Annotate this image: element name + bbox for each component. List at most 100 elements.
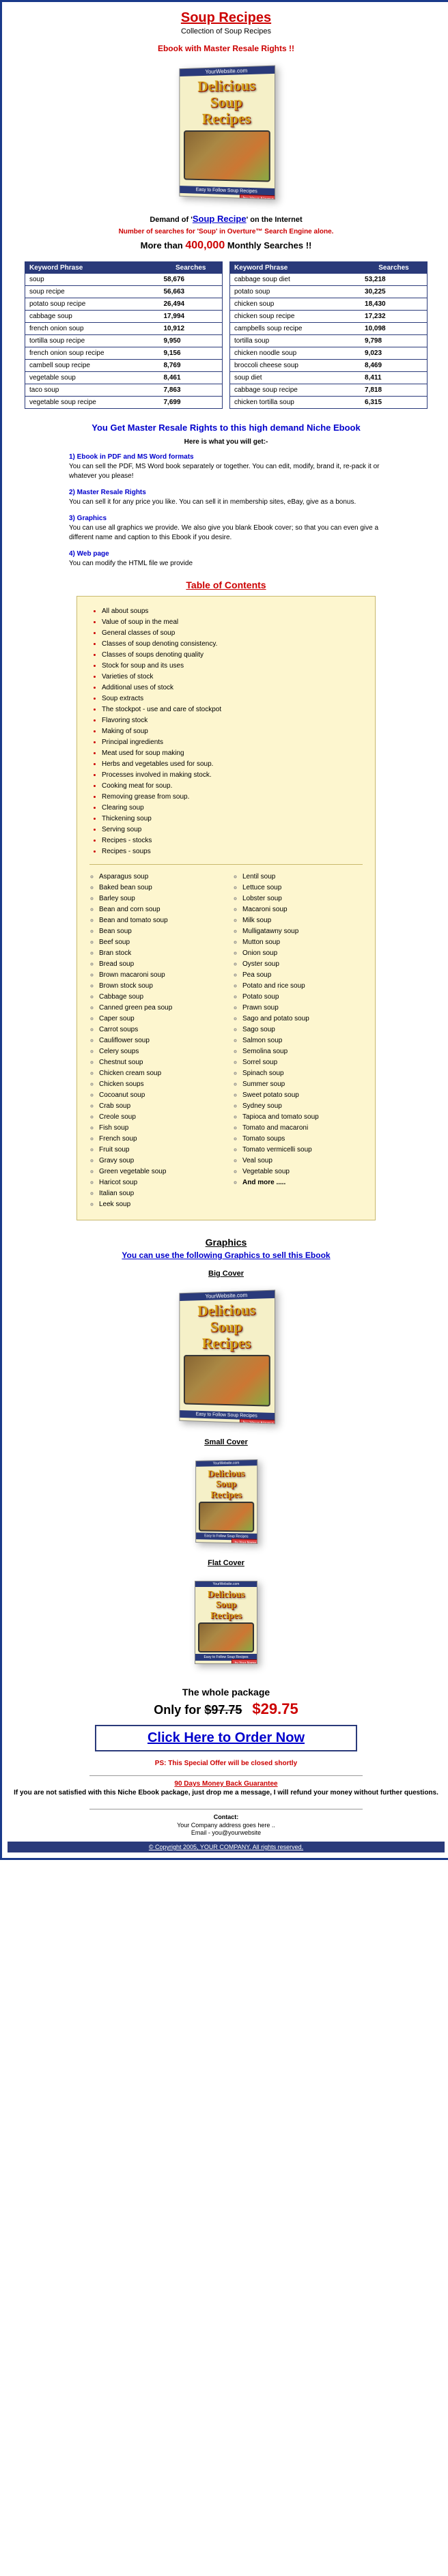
table-row: potato soup30,225 [230,286,428,298]
list-item: Thickening soup [102,814,363,825]
table-row: soup58,676 [25,274,223,286]
table-row: potato soup recipe26,494 [25,298,223,311]
list-item: Canned green pea soup [99,1003,219,1014]
list-item: Sago and potato soup [242,1014,363,1025]
list-item: Vegetable soup [242,1167,363,1177]
table-row: vegetable soup recipe7,699 [25,397,223,409]
table-row: soup diet8,411 [230,372,428,384]
old-price: $97.75 [204,1703,242,1717]
cover-word-2: Soup [210,94,242,111]
list-item: Flavoring stock [102,715,363,726]
list-item: Clearing soup [102,803,363,814]
toc-list: All about soupsValue of soup in the meal… [89,606,363,857]
order-button[interactable]: Click Here to Order Now [95,1725,357,1751]
list-item: Cooking meat for soup. [102,781,363,792]
list-item: Lobster soup [242,893,363,904]
list-item: Soup extracts [102,693,363,704]
table-row: cabbage soup17,994 [25,311,223,323]
graphics-subheading: You can use the following Graphics to se… [8,1250,445,1260]
list-item: Oyster soup [242,959,363,970]
big-cover-label: Big Cover [8,1270,445,1278]
list-item: Carrot soups [99,1025,219,1035]
list-item: Fish soup [99,1123,219,1134]
price-line: Only for $97.75 $29.75 [8,1700,445,1718]
ps-offer: PS: This Special Offer will be closed sh… [8,1760,445,1767]
list-item: Onion soup [242,948,363,959]
list-item: Bran stock [99,948,219,959]
list-item: Summer soup [242,1079,363,1090]
list-item: Chicken cream soup [99,1068,219,1079]
list-item: Serving soup [102,825,363,835]
list-item: All about soups [102,606,363,617]
table-row: tortilla soup9,798 [230,335,428,347]
contact-block: Contact: Your Company address goes here … [8,1814,445,1837]
list-item: Sydney soup [242,1101,363,1112]
list-item: Potato and rice soup [242,981,363,992]
list-item: And more ..... [242,1177,363,1188]
list-item: Asparagus soup [99,872,219,883]
col-phrase: Keyword Phrase [230,262,361,274]
list-item: Brown stock soup [99,981,219,992]
list-item: Cocoanut soup [99,1090,219,1101]
separator [89,1775,363,1776]
list-item: Caper soup [99,1014,219,1025]
list-item: Beef soup [99,937,219,948]
cover-photo [184,130,270,182]
list-item: Brown macaroni soup [99,970,219,981]
list-item: Tomato soups [242,1134,363,1145]
list-item: Spinach soup [242,1068,363,1079]
table-row: chicken soup18,430 [230,298,428,311]
list-item: Crab soup [99,1101,219,1112]
list-item: Barley soup [99,893,219,904]
table-row: french onion soup10,912 [25,323,223,335]
col-searches: Searches [361,262,427,274]
list-item: Green vegetable soup [99,1167,219,1177]
list-item: Lentil soup [242,872,363,883]
table-row: chicken tortilla soup6,315 [230,397,428,409]
list-item: Baked bean soup [99,883,219,893]
table-row: vegetable soup8,461 [25,372,223,384]
soup-recipe-link[interactable]: Soup Recipe [193,214,247,224]
list-item: General classes of soup [102,628,363,639]
list-item: Sweet potato soup [242,1090,363,1101]
table-row: french onion soup recipe9,156 [25,347,223,360]
list-item: Tomato vermicelli soup [242,1145,363,1156]
graphics-heading: Graphics [8,1237,445,1248]
master-resale-heading: You Get Master Resale Rights to this hig… [8,423,445,433]
subtitle: Collection of Soup Recipes [8,27,445,35]
list-item: Prawn soup [242,1003,363,1014]
list-item: Creole soup [99,1112,219,1123]
graphic-flat-cover: YourWebsite.com DeliciousSoupRecipes Eas… [8,1581,445,1666]
guarantee-title: 90 Days Money Back Guarantee [8,1780,445,1788]
list-item: Bean and tomato soup [99,915,219,926]
here-is-what: Here is what you will get:- [8,438,445,446]
ebook-cover-big: YourWebsite.com Delicious Soup Recipes E… [8,67,445,200]
list-item: Classes of soups denoting quality [102,650,363,661]
list-item: Veal soup [242,1156,363,1167]
list-item: Cabbage soup [99,992,219,1003]
list-item: Milk soup [242,915,363,926]
cover-author: by Your Name [240,195,275,200]
table-row: chicken noodle soup9,023 [230,347,428,360]
list-item: Recipes - soups [102,846,363,857]
soup-list-left: Asparagus soupBaked bean soupBarley soup… [89,872,219,1210]
list-item: Bean soup [99,926,219,937]
list-item: Mutton soup [242,937,363,948]
list-item: Tapioca and tomato soup [242,1112,363,1123]
toc-heading: Table of Contents [8,579,445,590]
table-row: taco soup7,863 [25,384,223,397]
list-item: Processes involved in making stock. [102,770,363,781]
list-item: Gravy soup [99,1156,219,1167]
list-item: Semolina soup [242,1046,363,1057]
main-title: Soup Recipes [8,10,445,26]
cover-word-3: Recipes [202,110,251,128]
list-item: Lettuce soup [242,883,363,893]
flat-cover-label: Flat Cover [8,1559,445,1567]
page-border: Soup Recipes Collection of Soup Recipes … [0,0,448,1860]
copyright-bar: © Copyright 2005, YOUR COMPANY. All righ… [8,1842,445,1852]
col-phrase: Keyword Phrase [25,262,160,274]
new-price: $29.75 [252,1700,298,1717]
col-searches: Searches [160,262,223,274]
list-item: Value of soup in the meal [102,617,363,628]
table-row: tortilla soup recipe9,950 [25,335,223,347]
